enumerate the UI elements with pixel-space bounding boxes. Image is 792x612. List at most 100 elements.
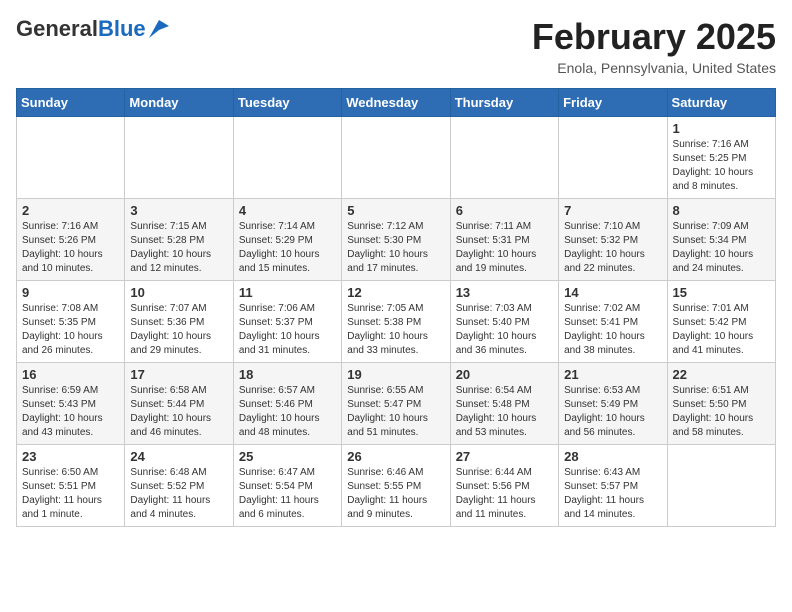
calendar-cell	[450, 117, 558, 199]
logo-general-text: General	[16, 16, 98, 42]
day-number: 9	[22, 285, 119, 300]
day-info: Sunrise: 6:43 AM Sunset: 5:57 PM Dayligh…	[564, 466, 661, 522]
title-block: February 2025 Enola, Pennsylvania, Unite…	[532, 16, 776, 76]
logo-blue-text: Blue	[98, 16, 146, 42]
day-number: 28	[564, 449, 661, 464]
calendar-cell: 7Sunrise: 7:10 AM Sunset: 5:32 PM Daylig…	[559, 199, 667, 281]
day-info: Sunrise: 7:10 AM Sunset: 5:32 PM Dayligh…	[564, 220, 661, 276]
day-info: Sunrise: 6:57 AM Sunset: 5:46 PM Dayligh…	[239, 384, 336, 440]
day-info: Sunrise: 6:47 AM Sunset: 5:54 PM Dayligh…	[239, 466, 336, 522]
day-number: 8	[673, 203, 770, 218]
day-info: Sunrise: 7:14 AM Sunset: 5:29 PM Dayligh…	[239, 220, 336, 276]
calendar-cell: 15 Sunrise: 7:01 AM Sunset: 5:42 PM Dayli…	[667, 281, 775, 363]
calendar-cell: 4 Sunrise: 7:14 AM Sunset: 5:29 PM Daylig…	[233, 199, 341, 281]
day-info: Sunrise: 6:44 AM Sunset: 5:56 PM Dayligh…	[456, 466, 553, 522]
calendar-cell	[559, 117, 667, 199]
weekday-header-monday: Monday	[125, 89, 233, 117]
day-info: Sunrise: 6:53 AM Sunset: 5:49 PM Dayligh…	[564, 384, 661, 440]
day-info: Sunrise: 6:48 AM Sunset: 5:52 PM Dayligh…	[130, 466, 227, 522]
day-number: 11	[239, 285, 336, 300]
calendar-cell	[233, 117, 341, 199]
day-number: 5	[347, 203, 444, 218]
day-number: 19	[347, 367, 444, 382]
day-info: Sunrise: 7:06 AM Sunset: 5:37 PM Dayligh…	[239, 302, 336, 358]
day-info: Sunrise: 6:54 AM Sunset: 5:48 PM Dayligh…	[456, 384, 553, 440]
day-info: Sunrise: 7:05 AM Sunset: 5:38 PM Dayligh…	[347, 302, 444, 358]
day-number: 4	[239, 203, 336, 218]
calendar-cell: 17 Sunrise: 6:58 AM Sunset: 5:44 PM Dayli…	[125, 363, 233, 445]
day-number: 2	[22, 203, 119, 218]
page-header: GeneralBlue February 2025 Enola, Pennsyl…	[16, 16, 776, 76]
day-info: Sunrise: 7:08 AM Sunset: 5:35 PM Dayligh…	[22, 302, 119, 358]
calendar-cell	[125, 117, 233, 199]
day-info: Sunrise: 6:46 AM Sunset: 5:55 PM Dayligh…	[347, 466, 444, 522]
day-number: 16	[22, 367, 119, 382]
calendar-cell: 24 Sunrise: 6:48 AM Sunset: 5:52 PM Dayli…	[125, 445, 233, 527]
day-info: Sunrise: 7:16 AM Sunset: 5:25 PM Dayligh…	[673, 138, 770, 194]
day-number: 25	[239, 449, 336, 464]
day-info: Sunrise: 6:55 AM Sunset: 5:47 PM Dayligh…	[347, 384, 444, 440]
day-number: 23	[22, 449, 119, 464]
month-title: February 2025	[532, 16, 776, 58]
calendar-week-row: 2 Sunrise: 7:16 AM Sunset: 5:26 PM Daylig…	[17, 199, 776, 281]
calendar-cell: 3 Sunrise: 7:15 AM Sunset: 5:28 PM Daylig…	[125, 199, 233, 281]
day-number: 6	[456, 203, 553, 218]
calendar-cell: 26 Sunrise: 6:46 AM Sunset: 5:55 PM Dayli…	[342, 445, 450, 527]
calendar-cell: 6 Sunrise: 7:11 AM Sunset: 5:31 PM Daylig…	[450, 199, 558, 281]
day-number: 13	[456, 285, 553, 300]
day-info: Sunrise: 7:12 AM Sunset: 5:30 PM Dayligh…	[347, 220, 444, 276]
calendar-cell: 5 Sunrise: 7:12 AM Sunset: 5:30 PM Daylig…	[342, 199, 450, 281]
day-info: Sunrise: 7:16 AM Sunset: 5:26 PM Dayligh…	[22, 220, 119, 276]
day-info: Sunrise: 7:09 AM Sunset: 5:34 PM Dayligh…	[673, 220, 770, 276]
day-info: Sunrise: 6:59 AM Sunset: 5:43 PM Dayligh…	[22, 384, 119, 440]
day-number: 18	[239, 367, 336, 382]
calendar-week-row: 9 Sunrise: 7:08 AM Sunset: 5:35 PM Daylig…	[17, 281, 776, 363]
calendar-cell: 21 Sunrise: 6:53 AM Sunset: 5:49 PM Dayli…	[559, 363, 667, 445]
weekday-header-thursday: Thursday	[450, 89, 558, 117]
calendar-cell: 20 Sunrise: 6:54 AM Sunset: 5:48 PM Dayli…	[450, 363, 558, 445]
calendar-cell: 11 Sunrise: 7:06 AM Sunset: 5:37 PM Dayli…	[233, 281, 341, 363]
calendar-cell: 22Sunrise: 6:51 AM Sunset: 5:50 PM Dayli…	[667, 363, 775, 445]
day-info: Sunrise: 6:58 AM Sunset: 5:44 PM Dayligh…	[130, 384, 227, 440]
day-info: Sunrise: 7:15 AM Sunset: 5:28 PM Dayligh…	[130, 220, 227, 276]
weekday-header-friday: Friday	[559, 89, 667, 117]
weekday-header-wednesday: Wednesday	[342, 89, 450, 117]
calendar-cell: 1 Sunrise: 7:16 AM Sunset: 5:25 PM Daylig…	[667, 117, 775, 199]
day-number: 24	[130, 449, 227, 464]
calendar-week-row: 16 Sunrise: 6:59 AM Sunset: 5:43 PM Dayli…	[17, 363, 776, 445]
day-number: 1	[673, 121, 770, 136]
calendar-cell: 28 Sunrise: 6:43 AM Sunset: 5:57 PM Dayli…	[559, 445, 667, 527]
day-number: 27	[456, 449, 553, 464]
calendar-cell: 16 Sunrise: 6:59 AM Sunset: 5:43 PM Dayli…	[17, 363, 125, 445]
day-info: Sunrise: 7:07 AM Sunset: 5:36 PM Dayligh…	[130, 302, 227, 358]
calendar-cell	[667, 445, 775, 527]
day-number: 14	[564, 285, 661, 300]
day-info: Sunrise: 6:51 AM Sunset: 5:50 PM Dayligh…	[673, 384, 770, 440]
weekday-header-sunday: Sunday	[17, 89, 125, 117]
day-info: Sunrise: 7:01 AM Sunset: 5:42 PM Dayligh…	[673, 302, 770, 358]
calendar-cell: 23 Sunrise: 6:50 AM Sunset: 5:51 PM Dayli…	[17, 445, 125, 527]
calendar-cell: 10Sunrise: 7:07 AM Sunset: 5:36 PM Dayli…	[125, 281, 233, 363]
calendar-header-row: SundayMondayTuesdayWednesdayThursdayFrid…	[17, 89, 776, 117]
calendar-cell: 13Sunrise: 7:03 AM Sunset: 5:40 PM Dayli…	[450, 281, 558, 363]
day-number: 17	[130, 367, 227, 382]
day-number: 20	[456, 367, 553, 382]
calendar-cell	[342, 117, 450, 199]
calendar-cell: 19 Sunrise: 6:55 AM Sunset: 5:47 PM Dayli…	[342, 363, 450, 445]
calendar-cell: 12Sunrise: 7:05 AM Sunset: 5:38 PM Dayli…	[342, 281, 450, 363]
day-info: Sunrise: 7:11 AM Sunset: 5:31 PM Dayligh…	[456, 220, 553, 276]
day-info: Sunrise: 6:50 AM Sunset: 5:51 PM Dayligh…	[22, 466, 119, 522]
calendar-week-row: 1 Sunrise: 7:16 AM Sunset: 5:25 PM Daylig…	[17, 117, 776, 199]
calendar-cell	[17, 117, 125, 199]
calendar-cell: 18 Sunrise: 6:57 AM Sunset: 5:46 PM Dayli…	[233, 363, 341, 445]
day-number: 3	[130, 203, 227, 218]
weekday-header-saturday: Saturday	[667, 89, 775, 117]
day-info: Sunrise: 7:02 AM Sunset: 5:41 PM Dayligh…	[564, 302, 661, 358]
calendar-cell: 2 Sunrise: 7:16 AM Sunset: 5:26 PM Daylig…	[17, 199, 125, 281]
calendar-cell: 9 Sunrise: 7:08 AM Sunset: 5:35 PM Daylig…	[17, 281, 125, 363]
logo: GeneralBlue	[16, 16, 169, 42]
day-number: 21	[564, 367, 661, 382]
calendar-week-row: 23 Sunrise: 6:50 AM Sunset: 5:51 PM Dayli…	[17, 445, 776, 527]
day-number: 15	[673, 285, 770, 300]
day-number: 26	[347, 449, 444, 464]
